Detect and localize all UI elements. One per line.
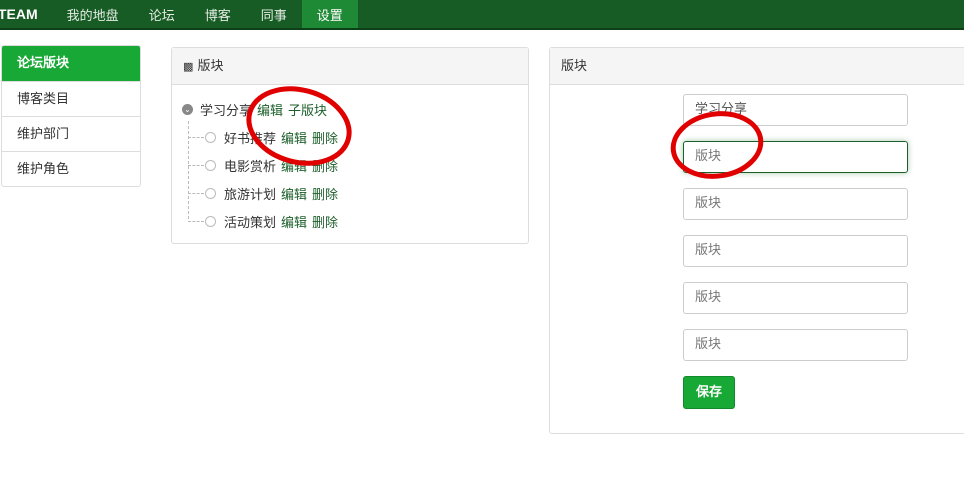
board-tree-panel: ▩ 版块 ⌄ 学习分享 编辑 子版块 好书推荐 编辑 删除 电影赏析 编辑 删除 旅游计… xyxy=(171,47,529,244)
edit-link[interactable]: 编辑 xyxy=(281,156,307,175)
board-form-panel: 版块 学习分享 版块 版块 版块 版块 版块 保存 xyxy=(549,47,964,434)
tree-label: 活动策划 xyxy=(224,215,277,231)
edit-link[interactable]: 编辑 xyxy=(281,184,307,203)
nav-forum[interactable]: 论坛 xyxy=(134,0,190,28)
panel-header: 版块 xyxy=(550,48,964,85)
sitemap-icon: ▩ xyxy=(183,60,194,73)
board-name-input[interactable]: 版块 xyxy=(683,282,908,314)
board-tree: ⌄ 学习分享 编辑 子版块 好书推荐 编辑 删除 电影赏析 编辑 删除 旅游计划 编辑 删除… xyxy=(172,85,528,235)
sidebar-item-blog-categories[interactable]: 博客类目 xyxy=(2,81,140,116)
tree-label: 旅游计划 xyxy=(224,187,277,203)
delete-link[interactable]: 删除 xyxy=(312,156,338,175)
tree-item: 电影赏析 编辑 删除 xyxy=(182,151,528,179)
top-nav: TEAM 我的地盘 论坛 博客 同事 设置 xyxy=(0,0,964,30)
circle-icon xyxy=(205,159,216,171)
sidebar-item-forum-boards[interactable]: 论坛版块 xyxy=(2,46,140,81)
tree-label: 好书推荐 xyxy=(224,131,277,147)
nav-colleagues[interactable]: 同事 xyxy=(246,0,302,28)
panel-title: 版块 xyxy=(197,59,224,74)
tree-label: 学习分享 xyxy=(200,103,253,119)
sidebar-item-departments[interactable]: 维护部门 xyxy=(2,116,140,151)
delete-link[interactable]: 删除 xyxy=(312,128,338,147)
tree-item: 旅游计划 编辑 删除 xyxy=(182,179,528,207)
delete-link[interactable]: 删除 xyxy=(312,212,338,231)
tree-item: 好书推荐 编辑 删除 xyxy=(182,123,528,151)
brand-logo[interactable]: TEAM xyxy=(0,0,52,28)
circle-icon xyxy=(205,215,216,227)
edit-link[interactable]: 编辑 xyxy=(281,212,307,231)
tree-label: 电影赏析 xyxy=(224,159,277,175)
circle-icon xyxy=(205,187,216,199)
board-name-input-focused[interactable]: 版块 xyxy=(683,141,908,173)
sidebar-item-roles[interactable]: 维护角色 xyxy=(2,151,140,186)
nav-blog[interactable]: 博客 xyxy=(190,0,246,28)
board-name-input[interactable]: 版块 xyxy=(683,329,908,361)
nav-settings[interactable]: 设置 xyxy=(301,0,358,28)
board-name-input[interactable]: 学习分享 xyxy=(683,94,908,126)
add-child-link[interactable]: 子版块 xyxy=(288,100,327,119)
edit-link[interactable]: 编辑 xyxy=(281,128,307,147)
board-name-input[interactable]: 版块 xyxy=(683,188,908,220)
tree-root: ⌄ 学习分享 编辑 子版块 xyxy=(182,95,528,123)
nav-my-space[interactable]: 我的地盘 xyxy=(52,0,134,28)
edit-link[interactable]: 编辑 xyxy=(257,100,283,119)
tree-item: 活动策划 编辑 删除 xyxy=(182,207,528,235)
delete-link[interactable]: 删除 xyxy=(312,184,338,203)
panel-header: ▩ 版块 xyxy=(172,48,528,85)
save-button[interactable]: 保存 xyxy=(683,376,735,409)
board-name-input[interactable]: 版块 xyxy=(683,235,908,267)
chevron-down-icon[interactable]: ⌄ xyxy=(182,103,193,115)
circle-icon xyxy=(205,131,216,143)
settings-sidebar: 论坛版块 博客类目 维护部门 维护角色 xyxy=(1,45,141,187)
